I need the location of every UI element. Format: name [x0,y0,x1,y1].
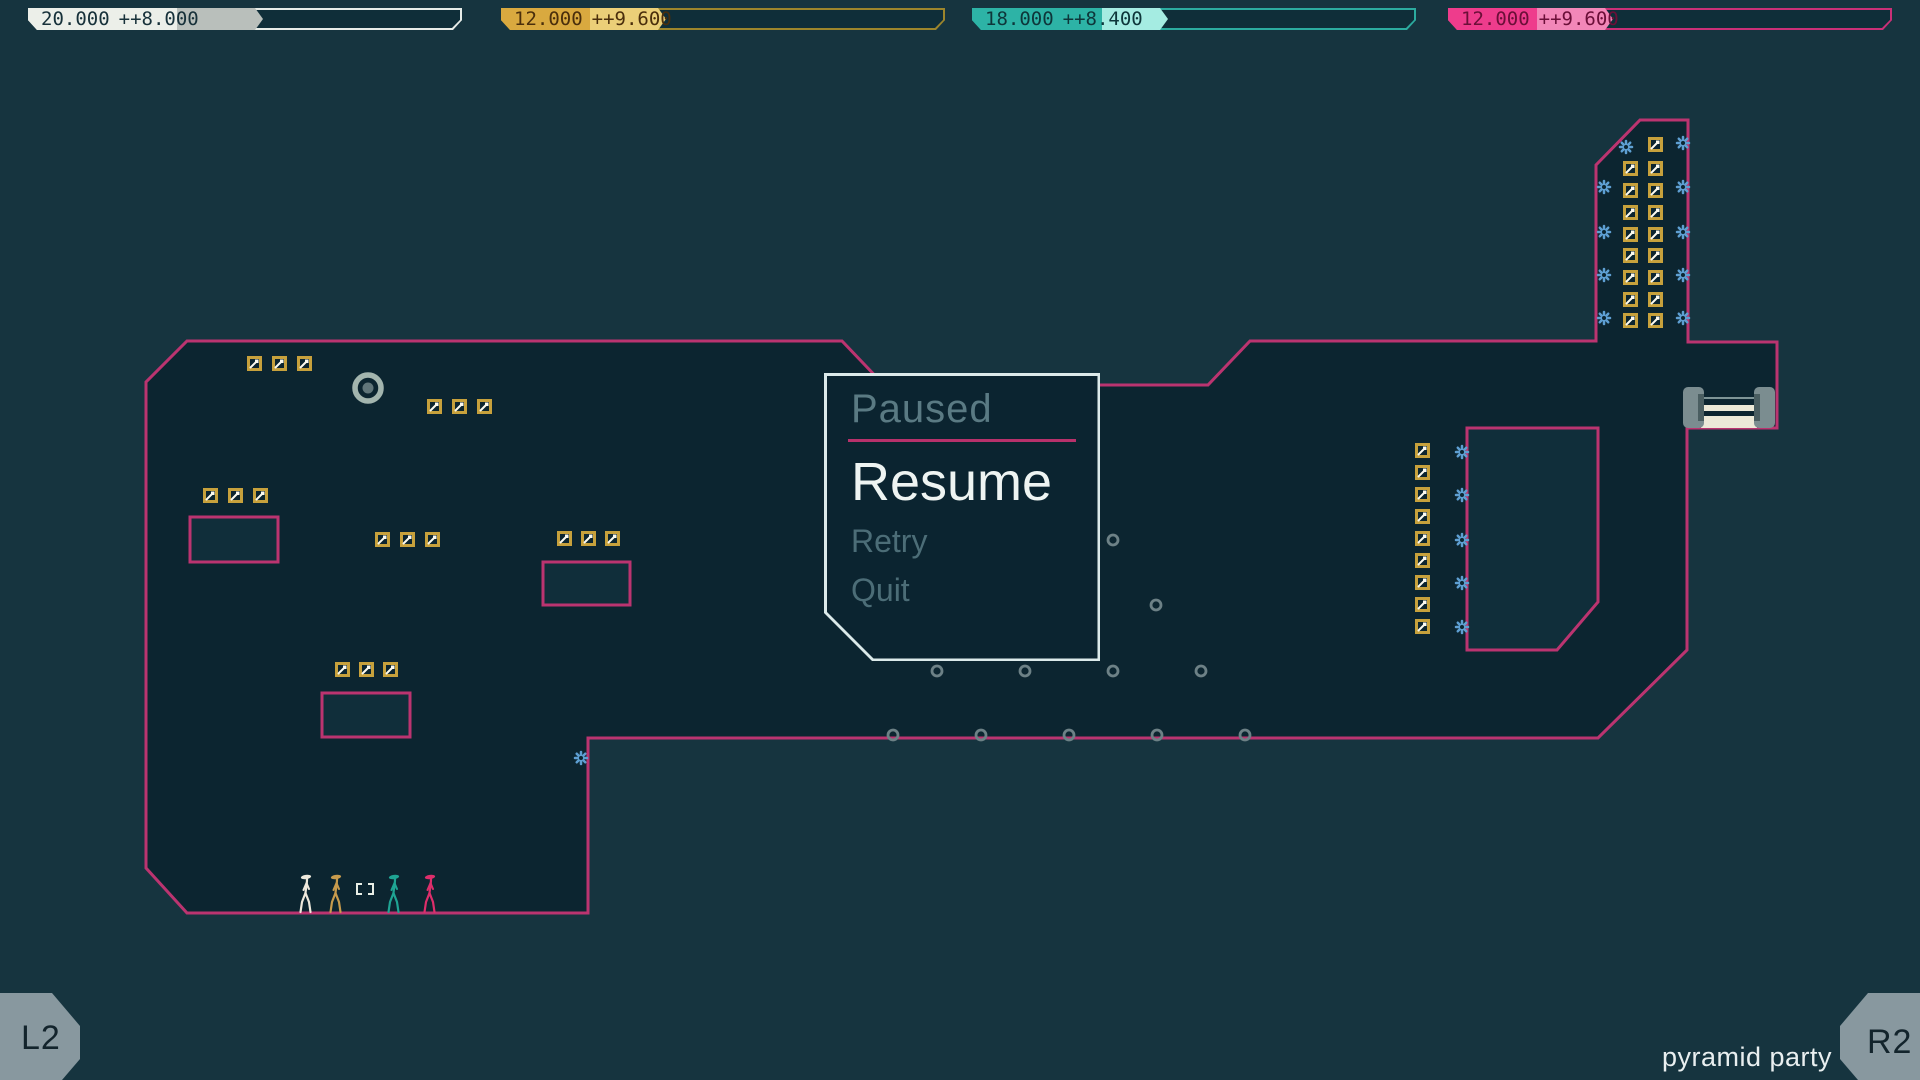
gold-piece [1623,292,1638,307]
mine-icon [1596,310,1612,326]
gold-piece [1648,248,1663,263]
gold-piece [253,488,268,503]
mine-icon [1454,532,1470,548]
gold-piece [1648,137,1663,152]
level-name: pyramid party [1661,1042,1832,1072]
gold-piece [1623,313,1638,328]
mine-icon [1675,310,1691,326]
mine-icon [1675,135,1691,151]
gold-piece [1415,597,1430,612]
gold-piece [452,399,467,414]
tile-block [188,515,280,564]
gold-piece [1648,161,1663,176]
gold-piece [1415,553,1430,568]
gold-piece [247,356,262,371]
gold-piece [1648,313,1663,328]
timer-label: 20.000 ++8.000 [41,8,199,30]
timer-bar-player-3: 18.000 ++8.400 [972,8,1416,30]
pause-menu: Paused Resume Retry Quit [824,373,1100,661]
gold-piece [557,531,572,546]
mine-icon [1454,444,1470,460]
gold-piece [605,531,620,546]
gold-piece [1415,531,1430,546]
mine-icon [1596,224,1612,240]
gold-piece [1648,183,1663,198]
gold-piece [272,356,287,371]
menu-item-resume[interactable]: Resume [851,447,1094,517]
menu-item-retry[interactable]: Retry [851,517,1094,566]
timer-bonus: ++8.000 [118,8,199,30]
mine-icon [1675,267,1691,283]
timer-label: 18.000 ++8.400 [985,8,1143,30]
tile-block [320,691,412,739]
timer-time: 12.000 [514,8,583,30]
left-bumper-label: L2 [21,1019,61,1057]
gold-piece [400,532,415,547]
gold-piece [1623,183,1638,198]
mine-icon [1675,224,1691,240]
pause-menu-items: Resume Retry Quit [851,447,1094,615]
timer-bar-player-2: 12.000 ++9.600 [501,8,945,30]
menu-item-quit[interactable]: Quit [851,566,1094,615]
gold-piece [297,356,312,371]
mine-icon [573,750,589,766]
gold-piece [1648,205,1663,220]
timer-time: 18.000 [985,8,1054,30]
gold-piece [383,662,398,677]
gold-piece [1623,227,1638,242]
gold-piece [581,531,596,546]
mine-icon [1454,575,1470,591]
timer-bonus: ++9.600 [1538,8,1619,30]
timer-bar-player-1: 20.000 ++8.000 [28,8,462,30]
gold-piece [1623,161,1638,176]
timer-bonus: ++9.600 [591,8,672,30]
gold-piece [1648,292,1663,307]
gold-piece [477,399,492,414]
gold-piece [1623,270,1638,285]
gold-piece [1415,443,1430,458]
mine-icon [1454,619,1470,635]
gold-piece [1415,509,1430,524]
gold-piece [1623,205,1638,220]
tile-block [541,560,632,607]
pause-menu-divider [848,439,1076,442]
gold-piece [203,488,218,503]
right-bumper-label: R2 [1867,1023,1913,1061]
gold-piece [359,662,374,677]
gold-piece [1415,619,1430,634]
gold-piece [1648,270,1663,285]
mine-icon [1618,139,1634,155]
pause-menu-title: Paused [851,387,993,431]
gold-piece [1648,227,1663,242]
mine-icon [1596,179,1612,195]
timer-time: 12.000 [1461,8,1530,30]
gold-piece [1415,487,1430,502]
timer-bonus: ++8.400 [1062,8,1143,30]
gold-piece [375,532,390,547]
timer-time: 20.000 [41,8,110,30]
gold-piece [1415,465,1430,480]
gold-piece [228,488,243,503]
exit-door [1683,387,1775,428]
timer-label: 12.000 ++9.600 [514,8,672,30]
timer-label: 12.000 ++9.600 [1461,8,1619,30]
mine-icon [1596,267,1612,283]
timer-bar-player-4: 12.000 ++9.600 [1448,8,1892,30]
tile-block [1465,426,1600,652]
gold-piece [1415,575,1430,590]
game-screen: 20.000 ++8.000 12.000 ++9.600 18.000 ++8.400 1… [0,0,1920,1080]
mine-icon [1675,179,1691,195]
mine-icon [1454,487,1470,503]
gold-piece [427,399,442,414]
gold-piece [425,532,440,547]
gold-piece [335,662,350,677]
gold-piece [1623,248,1638,263]
